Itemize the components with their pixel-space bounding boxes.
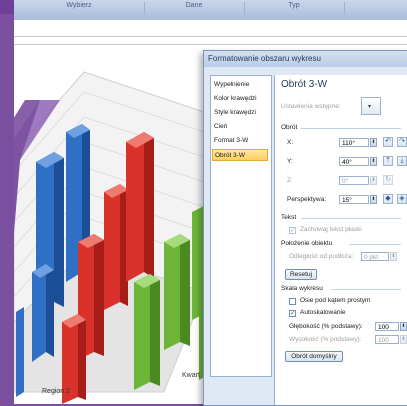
autoscale-checkbox[interactable]: ✓ (289, 310, 296, 317)
dialog-title[interactable]: Formatowanie obszaru wykresu (204, 51, 407, 67)
rotation-section-label: Obrót (281, 124, 298, 131)
section-divider (349, 244, 401, 245)
x-rotation-label: X: (287, 139, 294, 146)
nav-item-border-styles[interactable]: Style krawędzi (214, 107, 268, 119)
nav-item-3d-rotation[interactable]: Obrót 3-W (212, 149, 268, 161)
y-rotation-label: Y: (287, 158, 293, 165)
decorative-band (0, 100, 60, 400)
z-rotation-label: Z: (287, 177, 293, 184)
depth-label: Głębokość (% podstawy): (289, 323, 363, 330)
depth-input[interactable]: 100 (375, 322, 399, 331)
distance-stepper[interactable]: ⬍ (390, 252, 397, 261)
reset-button[interactable]: Resetuj (285, 269, 317, 280)
section-divider (331, 289, 401, 290)
format-chart-area-dialog[interactable]: Formatowanie obszaru wykresu Wypełnienie… (203, 50, 407, 406)
chevron-down-icon: ▾ (368, 104, 372, 110)
depth-stepper[interactable]: ⬍ (400, 322, 407, 331)
3d-rotation-panel: Obrót 3-W Ustawienia wstępne: ▾ Obrót X:… (274, 75, 407, 405)
section-divider (301, 218, 401, 219)
dialog-nav: Wypełnienie Kolor krawędzi Style krawędz… (210, 75, 272, 377)
object-position-section-label: Położenie obiektu (281, 240, 333, 247)
narrow-field-icon[interactable]: ◆ (383, 194, 393, 204)
presets-dropdown[interactable]: ▾ (361, 97, 381, 115)
panel-heading: Obrót 3-W (281, 79, 328, 90)
rotate-up-icon[interactable]: ⤒ (383, 156, 393, 166)
z-rotation-input[interactable]: 0° (339, 176, 369, 185)
nav-item-shadow[interactable]: Cień (214, 121, 268, 133)
presets-label: Ustawienia wstępne: (281, 103, 341, 110)
column-header-bar: Wybierz Dane Typ (14, 0, 407, 21)
autoscale-label: Autoskalowanie (300, 309, 346, 316)
perspective-stepper[interactable]: ⬍ (370, 195, 377, 204)
column-header[interactable]: Wybierz (14, 2, 145, 14)
distance-input[interactable]: 0 pkt (361, 252, 389, 261)
right-angle-axes-checkbox[interactable] (289, 298, 296, 305)
widen-field-icon[interactable]: ◈ (397, 194, 407, 204)
rotate-right-icon[interactable]: ↷ (397, 137, 407, 147)
rotate-cw-icon[interactable]: ↻ (383, 175, 393, 185)
distance-label: Odległość od podłoża: (289, 253, 354, 260)
rotate-left-icon[interactable]: ↶ (383, 137, 393, 147)
nav-item-border-color[interactable]: Kolor krawędzi (214, 93, 268, 105)
x-rotation-stepper[interactable]: ⬍ (370, 138, 377, 147)
right-angle-axes-label: Osie pod kątem prostym (300, 297, 371, 304)
height-stepper[interactable]: ⬍ (400, 335, 407, 344)
row-divider (14, 36, 407, 37)
rotate-down-icon[interactable]: ⤓ (397, 156, 407, 166)
row-divider (14, 44, 407, 45)
y-rotation-stepper[interactable]: ⬍ (370, 157, 377, 166)
y-rotation-input[interactable]: 40° (339, 157, 369, 166)
column-header[interactable]: Typ (244, 2, 345, 14)
x-rotation-input[interactable]: 110° (339, 138, 369, 147)
column-header[interactable] (344, 2, 407, 14)
z-rotation-stepper[interactable]: ⬍ (370, 176, 377, 185)
perspective-label: Perspektywa: (287, 196, 327, 203)
height-label: Wysokość (% podstawy): (289, 336, 362, 343)
height-input[interactable]: 100 (375, 335, 399, 344)
default-rotation-button[interactable]: Obrót domyślny (285, 351, 343, 362)
nav-item-3d-format[interactable]: Format 3-W (214, 135, 268, 147)
chart-scale-section-label: Skala wykresu (281, 285, 323, 292)
nav-item-fill[interactable]: Wypełnienie (214, 79, 268, 91)
text-section-label: Tekst (281, 214, 297, 221)
section-divider (301, 128, 401, 129)
keep-text-flat-checkbox[interactable]: ✓ (289, 227, 296, 234)
perspective-input[interactable]: 15° (339, 195, 369, 204)
keep-text-flat-label: Zachowaj tekst płaski (300, 226, 362, 233)
column-header[interactable]: Dane (144, 2, 245, 14)
axis-series-label: Kwart (182, 372, 200, 379)
